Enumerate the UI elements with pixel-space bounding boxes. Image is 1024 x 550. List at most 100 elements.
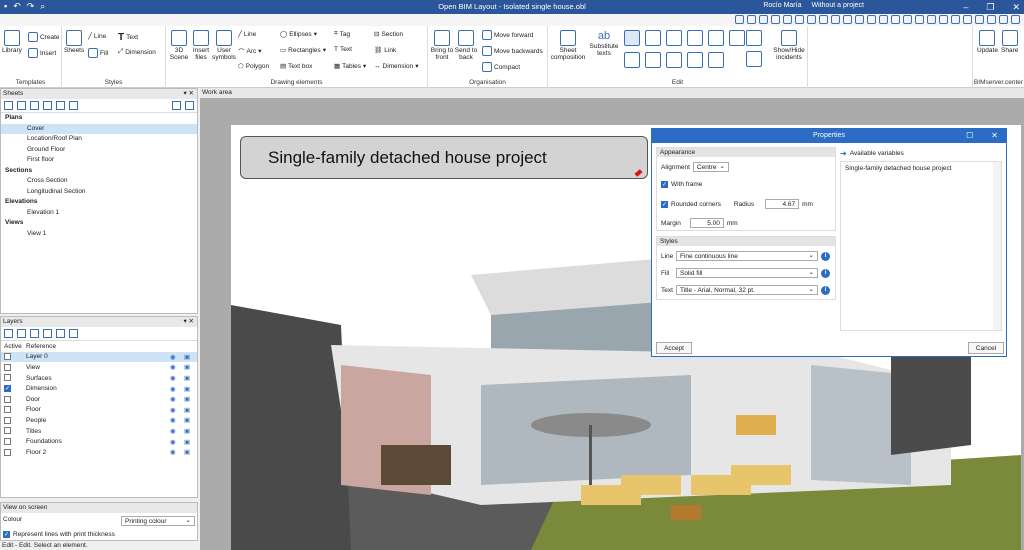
layer-row[interactable]: View ◉ ▣ — [1, 362, 197, 373]
maximize-button[interactable]: ❐ — [986, 0, 994, 14]
stretch-icon[interactable] — [666, 52, 682, 68]
layer-active-checkbox[interactable] — [4, 406, 11, 414]
tree-group[interactable]: Plans — [1, 113, 197, 124]
trim-icon[interactable] — [645, 52, 661, 68]
tree-item[interactable]: Longitudinal Section — [1, 187, 197, 198]
colour-select[interactable]: Printing colour — [121, 516, 195, 526]
eye-icon[interactable]: ◉ — [167, 415, 181, 426]
mirror-icon[interactable] — [708, 30, 724, 46]
insert-button[interactable]: Insert — [28, 48, 56, 58]
copy-icon[interactable] — [645, 30, 661, 46]
layer-active-checkbox[interactable] — [4, 395, 11, 403]
info-icon[interactable]: i — [821, 285, 830, 295]
lock-icon[interactable]: ▣ — [181, 426, 197, 437]
lock-icon[interactable]: ▣ — [181, 447, 197, 458]
info-icon[interactable]: i — [821, 251, 830, 261]
accept-button[interactable]: Accept — [656, 342, 692, 354]
tree-item[interactable]: First floor — [1, 155, 197, 166]
tree-item[interactable]: Ground Floor — [1, 145, 197, 156]
represent-lines-checkbox[interactable]: ✓ — [3, 531, 10, 538]
sheet-composition-button[interactable]: Sheet composition — [550, 30, 586, 61]
bring-to-front-button[interactable]: Bring to front — [430, 30, 454, 61]
user-symbols-button[interactable]: User symbols — [212, 30, 236, 61]
move-icon[interactable] — [666, 30, 682, 46]
add-sheet-icon[interactable] — [17, 101, 26, 110]
layer-active-checkbox[interactable] — [4, 353, 11, 361]
layer-active-checkbox[interactable]: ✓ — [4, 385, 11, 393]
delete-layer-icon[interactable] — [17, 329, 26, 338]
available-variables-link[interactable]: ➜ Available variables — [840, 149, 904, 158]
eye-icon[interactable]: ◉ — [167, 362, 181, 373]
share-button[interactable]: Share — [1001, 30, 1018, 54]
tool-icon[interactable] — [951, 15, 960, 24]
arc-tool[interactable]: ⌒ Arc ▾ — [238, 46, 262, 57]
lock-icon[interactable]: ▣ — [181, 351, 197, 363]
layer-row[interactable]: Layer 0 ◉ ▣ — [1, 351, 197, 363]
layer-row[interactable]: Floor 2 ◉ ▣ — [1, 447, 197, 458]
tool-icon[interactable] — [987, 15, 996, 24]
alignment-select[interactable]: Centre — [692, 162, 729, 172]
rotate-icon[interactable] — [687, 30, 703, 46]
library-button[interactable]: Library — [2, 30, 22, 54]
dimension-tool[interactable]: ↔ Dimension ▾ — [374, 62, 418, 71]
minimize-button[interactable]: – — [963, 0, 968, 14]
match-properties-icon[interactable] — [708, 52, 724, 68]
lock-icon[interactable]: ▣ — [181, 394, 197, 405]
add-layer-icon[interactable] — [4, 329, 13, 338]
tool-icon[interactable] — [771, 15, 780, 24]
lock-icon[interactable]: ▣ — [181, 383, 197, 394]
ellipses-tool[interactable]: ◯ Ellipses ▾ — [280, 30, 317, 39]
tool-icon[interactable] — [903, 15, 912, 24]
rounded-corners-checkbox[interactable]: ✓ — [661, 200, 668, 208]
layer-row[interactable]: People ◉ ▣ — [1, 415, 197, 426]
text-box-tool[interactable]: ▤ Text box — [280, 62, 312, 71]
polygon-tool[interactable]: ⬠ Polygon — [238, 62, 269, 71]
project-name[interactable]: Without a project — [811, 2, 864, 9]
pencil-edit-icon[interactable] — [624, 30, 640, 46]
insert-files-button[interactable]: Insert files — [190, 30, 212, 61]
tree-item[interactable]: Cross Section — [1, 176, 197, 187]
layer-row[interactable]: ✓ Dimension ◉ ▣ — [1, 383, 197, 394]
edit-3d-button[interactable] — [746, 30, 762, 67]
layer-active-checkbox[interactable] — [4, 416, 11, 424]
layer-row[interactable]: Surfaces ◉ ▣ — [1, 373, 197, 384]
close-icon[interactable]: ▾ ✕ — [183, 317, 194, 327]
line-style-button[interactable]: ╱ Line — [88, 32, 106, 41]
tree-item[interactable]: Elevation 1 — [1, 208, 197, 219]
tool-icon[interactable] — [999, 15, 1008, 24]
explode-icon[interactable] — [687, 52, 703, 68]
eye-icon[interactable]: ◉ — [167, 405, 181, 416]
compact-button[interactable]: Compact — [482, 62, 520, 72]
tool-icon[interactable] — [891, 15, 900, 24]
eye-icon[interactable]: ◉ — [167, 447, 181, 458]
tree-item[interactable]: Location/Roof Plan — [1, 134, 197, 145]
tool-icon[interactable] — [927, 15, 936, 24]
fill-style-select[interactable]: Solid fill — [676, 268, 818, 278]
variables-scrollbar[interactable] — [993, 162, 1001, 330]
eye-icon[interactable]: ◉ — [167, 351, 181, 363]
layer-settings-icon[interactable] — [56, 329, 65, 338]
eye-icon[interactable]: ◉ — [167, 426, 181, 437]
new-sheet-icon[interactable] — [4, 101, 13, 110]
tool-icon[interactable] — [735, 15, 744, 24]
tag-tool[interactable]: ⌗ Tag — [334, 30, 350, 38]
tree-item[interactable]: View 1 — [1, 229, 197, 240]
fill-style-button[interactable]: Fill — [88, 48, 108, 58]
eye-icon[interactable]: ◉ — [167, 383, 181, 394]
tree-group[interactable]: Views — [1, 218, 197, 229]
tool-icon[interactable] — [975, 15, 984, 24]
tables-tool[interactable]: ▦ Tables ▾ — [334, 62, 366, 71]
tool-icon[interactable] — [855, 15, 864, 24]
close-icon[interactable]: ▾ ✕ — [183, 89, 194, 99]
eraser-icon[interactable] — [624, 52, 640, 68]
move-forward-button[interactable]: Move forward — [482, 30, 533, 40]
tool-icon[interactable] — [795, 15, 804, 24]
tool-icon[interactable] — [879, 15, 888, 24]
margin-input[interactable]: 5.00 — [689, 218, 724, 228]
layer-row[interactable]: Titles ◉ ▣ — [1, 426, 197, 437]
tool-icon[interactable] — [747, 15, 756, 24]
layer-active-checkbox[interactable] — [4, 448, 11, 456]
lock-icon[interactable]: ▣ — [181, 415, 197, 426]
eye-icon[interactable]: ◉ — [167, 394, 181, 405]
show-hide-incidents-button[interactable]: Show/Hide incidents — [772, 30, 806, 61]
